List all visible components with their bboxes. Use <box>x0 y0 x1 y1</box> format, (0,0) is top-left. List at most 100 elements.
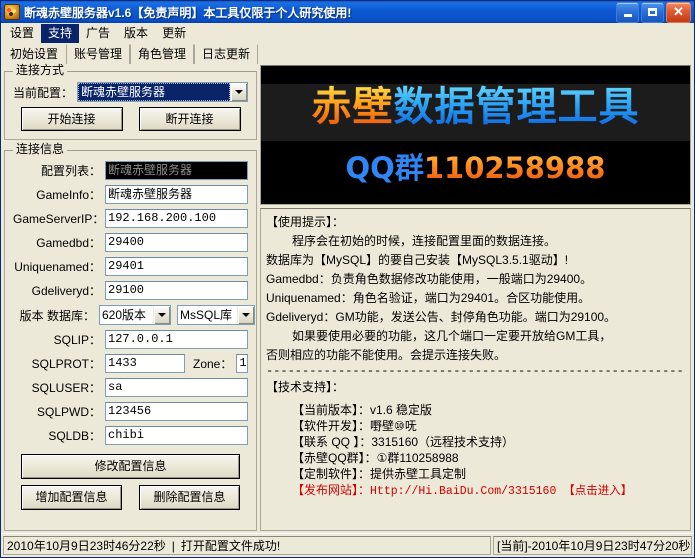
tab-initial-settings[interactable]: 初始设置 <box>2 44 66 64</box>
support-heading: 【技术支持】： <box>266 378 685 397</box>
support-value-developer: 嘢壁⑩呒 <box>370 419 417 433</box>
status-left-cell: 2010年10月9日23时46分22秒 | 打开配置文件成功! <box>3 536 491 555</box>
gameinfo-row: GameInfo： 断魂赤壁服务器 <box>13 185 248 204</box>
sqldb-input[interactable]: chibi <box>105 426 248 445</box>
title-bar: 断魂赤壁服务器v1.6【免责声明】本工具仅限于个人研究使用! ✕ <box>1 1 694 23</box>
tips-line-4: Uniquenamed：角色名验证，端口为29401。合区功能使用。 <box>266 289 685 308</box>
sqlpwd-label: SQLPWD： <box>13 403 105 420</box>
tab-role-management[interactable]: 角色管理 <box>130 44 194 64</box>
uniquenamed-input[interactable]: 29401 <box>105 257 248 276</box>
gameserverip-row: GameServerIP： 192.168.200.100 <box>13 209 248 228</box>
app-icon <box>4 4 20 20</box>
zone-label: Zone： <box>185 355 236 372</box>
db-chevron-down-icon[interactable] <box>237 306 254 324</box>
uniquenamed-label: Uniquenamed： <box>13 258 105 275</box>
menu-item-update[interactable]: 更新 <box>155 24 193 43</box>
connection-method-legend: 连接方式 <box>13 64 67 77</box>
current-config-label: 当前配置： <box>13 84 77 101</box>
version-value: 620版本 <box>100 306 153 324</box>
banner-title-part2: 数据管理工具 <box>394 84 640 130</box>
disconnect-button[interactable]: 断开连接 <box>139 107 241 131</box>
support-key-website: 【发布网站】： <box>292 483 370 497</box>
section-divider: ----------------------------------------… <box>266 365 685 378</box>
sqluser-row: SQLUSER： sa <box>13 378 248 397</box>
db-type-combobox[interactable]: MsSQL库 <box>177 305 255 325</box>
status-timestamp: 2010年10月9日23时46分22秒 <box>7 537 166 555</box>
version-combobox[interactable]: 620版本 <box>99 305 171 325</box>
tips-line-5: Gdeliveryd：GM功能，发送公告、封停角色功能。端口为29100。 <box>266 308 685 327</box>
gdeliveryd-input[interactable]: 29100 <box>105 281 248 300</box>
sqlip-label: SQLIP： <box>13 331 105 348</box>
sqlpwd-input[interactable]: 123456 <box>105 402 248 421</box>
menu-item-version[interactable]: 版本 <box>117 24 155 43</box>
close-button[interactable]: ✕ <box>666 2 691 23</box>
main-content: 连接方式 当前配置： 断魂赤壁服务器 开始连接 断开连接 连接信息 配置列表： <box>1 64 694 531</box>
info-text-panel: 【使用提示】： 程序会在初始的时候，连接配置里面的数据连接。 数据库为【MySQ… <box>260 208 691 531</box>
tab-account-management[interactable]: 账号管理 <box>66 44 130 64</box>
delete-config-button[interactable]: 删除配置信息 <box>139 485 240 510</box>
gameserverip-label: GameServerIP： <box>13 210 105 227</box>
sqldb-label: SQLDB： <box>13 427 105 444</box>
chevron-down-icon[interactable] <box>230 83 247 101</box>
version-chevron-down-icon[interactable] <box>153 306 170 324</box>
support-row-website[interactable]: 【发布网站】：Http://Hi.BaiDu.Com/3315160 【点击进入… <box>292 482 685 500</box>
modify-config-button[interactable]: 修改配置信息 <box>21 454 240 479</box>
tips-line-6: 如果要使用必要的功能，这几个端口一定要开放给GM工具， <box>266 327 685 346</box>
config-list-listbox[interactable]: 断魂赤壁服务器 <box>105 161 248 180</box>
current-config-combobox[interactable]: 断魂赤壁服务器 <box>77 82 248 102</box>
sqlip-input[interactable]: 127.0.0.1 <box>105 330 248 349</box>
support-key-qq: 【联系 QQ 】： <box>292 435 371 449</box>
support-value-website[interactable]: Http://Hi.BaiDu.Com/3315160 【点击进入】 <box>370 485 632 498</box>
gameinfo-label: GameInfo： <box>13 186 105 203</box>
connection-info-legend: 连接信息 <box>13 143 67 156</box>
add-config-button[interactable]: 增加配置信息 <box>21 485 122 510</box>
tab-log-update[interactable]: 日志更新 <box>194 44 258 64</box>
gamedbd-input[interactable]: 29400 <box>105 233 248 252</box>
support-value-qq: 3315160（远程技术支持） <box>371 435 514 449</box>
sqlprot-row: SQLPROT： 1433 Zone： 1 <box>13 354 248 373</box>
tips-line-2: 数据库为【MySQL】的要自己安装【MySQL3.5.1驱动】! <box>266 251 685 270</box>
support-row-qq: 【联系 QQ 】：3315160（远程技术支持） <box>292 434 685 450</box>
tips-line-7: 否则相应的功能不能使用。会提示连接失败。 <box>266 346 685 365</box>
support-row-custom: 【定制软件】：提供赤壁工具定制 <box>292 466 685 482</box>
chevron-down-glyph <box>242 313 250 317</box>
tab-strip: 初始设置 账号管理 角色管理 日志更新 <box>1 43 694 64</box>
connection-buttons: 开始连接 断开连接 <box>13 107 248 131</box>
start-connection-button[interactable]: 开始连接 <box>21 107 123 131</box>
chevron-down-glyph <box>158 313 166 317</box>
gameserverip-input[interactable]: 192.168.200.100 <box>105 209 248 228</box>
sqldb-row: SQLDB： chibi <box>13 426 248 445</box>
version-db-label: 版本 数据库： <box>13 307 99 324</box>
menu-item-ads[interactable]: 广告 <box>79 24 117 43</box>
gameinfo-input[interactable]: 断魂赤壁服务器 <box>105 185 248 204</box>
application-window: 断魂赤壁服务器v1.6【免责声明】本工具仅限于个人研究使用! ✕ 设置 支持 广… <box>0 0 695 558</box>
menu-item-support[interactable]: 支持 <box>41 24 79 43</box>
banner-title-part1: 赤壁 <box>312 84 394 130</box>
zone-input[interactable]: 1 <box>236 354 248 373</box>
window-title: 断魂赤壁服务器v1.6【免责声明】本工具仅限于个人研究使用! <box>24 4 616 21</box>
minimize-button[interactable] <box>616 2 639 23</box>
uniquenamed-row: Uniquenamed： 29401 <box>13 257 248 276</box>
db-type-value: MsSQL库 <box>178 306 237 324</box>
tips-line-3: Gamedbd：负责角色数据修改功能使用，一般端口为29400。 <box>266 270 685 289</box>
support-key-custom: 【定制软件】： <box>292 467 370 481</box>
version-db-row: 版本 数据库： 620版本 MsSQL库 <box>13 305 248 325</box>
support-row-qqgroup: 【赤壁QQ群】：①群110258988 <box>292 450 685 466</box>
maximize-button[interactable] <box>641 2 664 23</box>
right-panel: 赤壁数据管理工具 QQ群110258988 【使用提示】： 程序会在初始的时候，… <box>260 64 691 531</box>
chevron-down-glyph <box>235 90 243 94</box>
menu-bar: 设置 支持 广告 版本 更新 <box>1 23 694 43</box>
menu-item-settings[interactable]: 设置 <box>3 24 41 43</box>
config-list-selected-item[interactable]: 断魂赤壁服务器 <box>106 162 247 179</box>
promo-banner: 赤壁数据管理工具 QQ群110258988 <box>260 65 691 205</box>
maximize-icon <box>648 8 657 16</box>
status-separator: | <box>166 537 181 555</box>
sqlprot-input[interactable]: 1433 <box>105 354 185 373</box>
sqlprot-label: SQLPROT： <box>13 355 105 372</box>
banner-sub-part2: 110258988 <box>424 151 606 185</box>
current-config-value: 断魂赤壁服务器 <box>78 83 230 101</box>
tips-line-1: 程序会在初始的时候，连接配置里面的数据连接。 <box>266 232 685 251</box>
sqluser-input[interactable]: sa <box>105 378 248 397</box>
support-details: 【当前版本】：v1.6 稳定版 【软件开发】：嘢壁⑩呒 【联系 QQ 】：331… <box>266 402 685 500</box>
tips-heading: 【使用提示】： <box>266 213 685 232</box>
